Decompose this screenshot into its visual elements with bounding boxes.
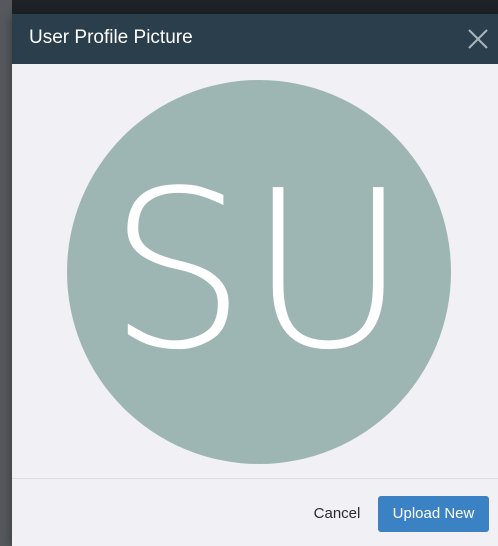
avatar-area: SU <box>12 64 498 478</box>
cancel-button[interactable]: Cancel <box>297 496 377 532</box>
upload-new-button[interactable]: Upload New <box>378 496 489 532</box>
close-icon <box>464 25 492 53</box>
footer-divider <box>12 478 498 479</box>
avatar: SU <box>67 80 451 464</box>
close-button[interactable] <box>464 25 492 53</box>
backdrop-left-strip <box>0 0 12 546</box>
dialog-header: User Profile Picture <box>12 14 498 64</box>
dialog-title: User Profile Picture <box>29 27 193 48</box>
backdrop-top-bar <box>0 0 498 14</box>
avatar-initials: SU <box>108 145 410 398</box>
profile-picture-dialog: User Profile Picture SU Cancel Upload Ne… <box>12 14 498 546</box>
